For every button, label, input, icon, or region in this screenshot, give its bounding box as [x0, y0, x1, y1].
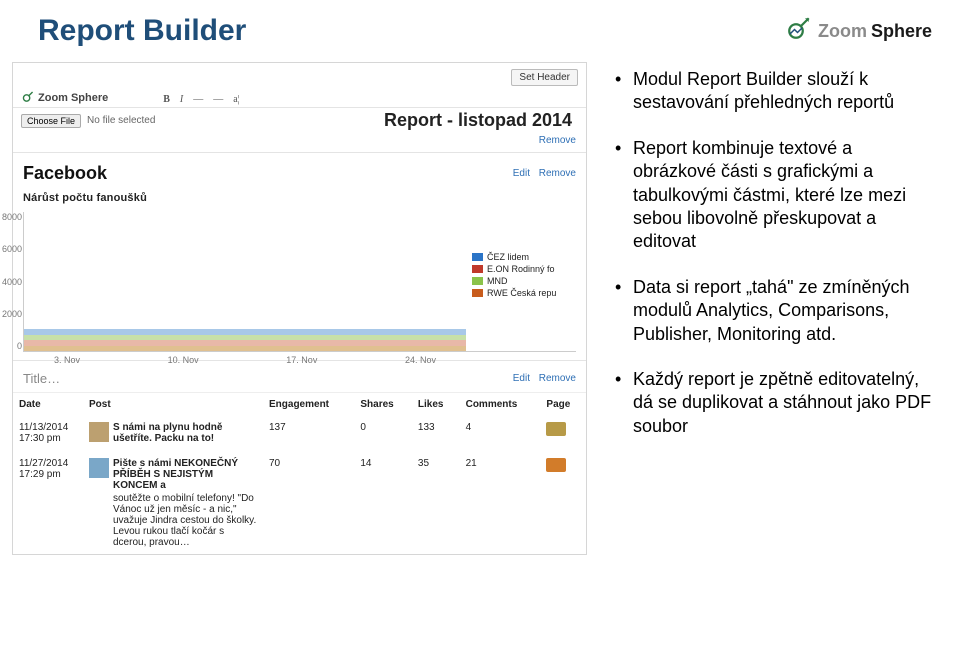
mini-brand-zoom: Zoom	[38, 92, 68, 104]
chart-x-axis: 3. Nov 10. Nov 17. Nov 24. Nov	[24, 355, 466, 365]
brand-text-sphere: Sphere	[871, 21, 932, 42]
cell-shares: 14	[354, 452, 412, 554]
legend-swatch	[472, 253, 483, 261]
page-swatch	[546, 458, 566, 472]
cell-post: Pište s námi NEKONEČNÝ PŘÍBĚH S NEJISTÝM…	[83, 452, 263, 554]
cell-post: S námi na plynu hodně ušetříte. Packu na…	[83, 416, 263, 452]
cell-shares: 0	[354, 416, 412, 452]
zoomsphere-mini-logo: ZoomSphere	[21, 91, 108, 105]
xtick: 24. Nov	[405, 355, 436, 365]
fan-growth-chart: 8000 6000 4000 2000 0 3. Nov 10. Nov 17.…	[23, 212, 576, 352]
chart-legend: ČEZ lidem E.ON Rodinný fo MND RWE Česká …	[472, 252, 576, 300]
legend-swatch	[472, 277, 483, 285]
cell-comments: 4	[460, 416, 541, 452]
cell-likes: 35	[412, 452, 460, 554]
legend-label: RWE Česká repu	[487, 288, 556, 298]
post-thumbnail	[89, 422, 109, 442]
bullet-list: Modul Report Builder slouží k sestavován…	[587, 62, 937, 555]
post-title: S námi na plynu hodně ušetříte. Packu na…	[113, 422, 257, 444]
post-thumbnail	[89, 458, 109, 478]
page-swatch	[546, 422, 566, 436]
brand-text-zoom: Zoom	[818, 21, 867, 42]
size-button[interactable]: a¦	[230, 94, 242, 105]
col-date: Date	[13, 393, 83, 417]
table-header-row: Date Post Engagement Shares Likes Commen…	[13, 393, 586, 417]
ytick: 8000	[0, 212, 22, 222]
page-title: Report Builder	[38, 14, 246, 48]
col-comments: Comments	[460, 393, 541, 417]
table-row: 11/13/2014 17:30 pm S námi na plynu hodn…	[13, 416, 586, 452]
edit-link-2[interactable]: Edit	[513, 373, 530, 384]
set-header-button[interactable]: Set Header	[511, 69, 578, 86]
cell-engagement: 137	[263, 416, 354, 452]
bullet-item: Modul Report Builder slouží k sestavován…	[615, 68, 937, 115]
xtick: 3. Nov	[54, 355, 80, 365]
remove-link-3[interactable]: Remove	[539, 373, 576, 384]
col-likes: Likes	[412, 393, 460, 417]
report-title-input[interactable]: Report - listopad 2014	[370, 110, 572, 131]
cell-likes: 133	[412, 416, 460, 452]
italic-button[interactable]: I	[177, 94, 186, 105]
legend-swatch	[472, 265, 483, 273]
no-file-label: No file selected	[87, 115, 155, 126]
bullet-item: Report kombinuje textové a obrázkové čás…	[615, 137, 937, 254]
table-title-input[interactable]: Title…	[23, 371, 60, 386]
remove-link[interactable]: Remove	[539, 135, 576, 146]
chart-title: Nárůst počtu fanoušků	[13, 184, 586, 208]
bullet-item: Data si report „tahá" ze zmíněných modul…	[615, 276, 937, 346]
ytick: 0	[0, 341, 22, 351]
date-line1: 11/13/2014	[19, 422, 77, 433]
legend-label: ČEZ lidem	[487, 252, 529, 262]
cell-date: 11/13/2014 17:30 pm	[13, 416, 83, 452]
bullet-item: Každý report je zpětně editovatelný, dá …	[615, 368, 937, 438]
col-page: Page	[540, 393, 586, 417]
cell-page	[540, 416, 586, 452]
col-post: Post	[83, 393, 263, 417]
col-shares: Shares	[354, 393, 412, 417]
facebook-section-heading: Facebook	[23, 163, 107, 184]
brand-icon	[784, 16, 814, 46]
cell-page	[540, 452, 586, 554]
mini-brand-sphere: Sphere	[71, 92, 108, 104]
heading2-button[interactable]: —	[210, 94, 226, 105]
legend-label: E.ON Rodinný fo	[487, 264, 555, 274]
chart-y-axis: 8000 6000 4000 2000 0	[0, 212, 22, 351]
post-title: Pište s námi NEKONEČNÝ PŘÍBĚH S NEJISTÝM…	[113, 458, 257, 491]
brand-mini-icon	[21, 91, 35, 105]
cell-date: 11/27/2014 17:29 pm	[13, 452, 83, 554]
edit-link[interactable]: Edit	[513, 168, 530, 179]
legend-swatch	[472, 289, 483, 297]
cell-comments: 21	[460, 452, 541, 554]
col-engagement: Engagement	[263, 393, 354, 417]
cell-engagement: 70	[263, 452, 354, 554]
chart-series-bands	[24, 329, 466, 351]
date-line2: 17:29 pm	[19, 469, 77, 480]
posts-table: Date Post Engagement Shares Likes Commen…	[13, 392, 586, 554]
post-body: soutěžte o mobilní telefony! "Do Vánoc u…	[113, 493, 257, 548]
ytick: 2000	[0, 309, 22, 319]
date-line1: 11/27/2014	[19, 458, 77, 469]
ytick: 4000	[0, 277, 22, 287]
choose-file-button[interactable]: Choose File	[21, 114, 81, 128]
xtick: 10. Nov	[168, 355, 199, 365]
date-line2: 17:30 pm	[19, 433, 77, 444]
remove-link-2[interactable]: Remove	[539, 168, 576, 179]
xtick: 17. Nov	[286, 355, 317, 365]
table-row: 11/27/2014 17:29 pm Pište s námi NEKONEČ…	[13, 452, 586, 554]
heading-button[interactable]: —	[190, 94, 206, 105]
legend-label: MND	[487, 276, 508, 286]
ytick: 6000	[0, 244, 22, 254]
bold-button[interactable]: B	[160, 94, 173, 105]
app-screenshot: Set Header ZoomSphere B I — — a¦ Choose …	[12, 62, 587, 555]
brand-logo: ZoomSphere	[784, 16, 932, 46]
